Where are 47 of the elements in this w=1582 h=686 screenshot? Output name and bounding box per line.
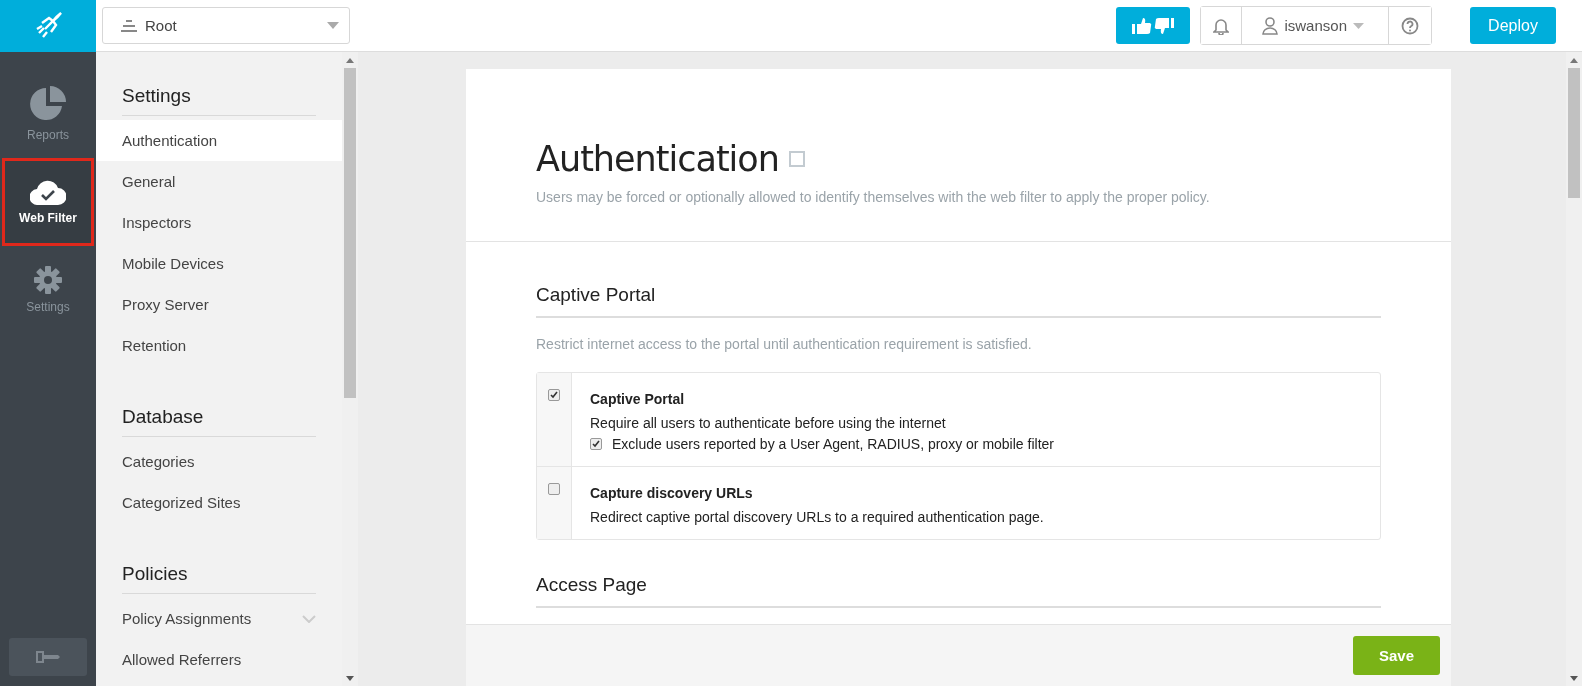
- nav-item[interactable]: General: [96, 161, 342, 202]
- option-title: Capture discovery URLs: [590, 485, 754, 501]
- nav-item[interactable]: Policy Assignments: [96, 598, 342, 639]
- nav-item[interactable]: Categories: [96, 441, 342, 482]
- bell-icon: [1213, 16, 1230, 35]
- nav-item[interactable]: Retention: [96, 325, 342, 366]
- nav-rail-item[interactable]: Web Filter: [2, 158, 94, 246]
- section-title: Access Page: [536, 574, 1381, 608]
- key-icon: [36, 651, 60, 663]
- option-description: Require all users to authenticate before using the internet: [590, 415, 947, 431]
- nav-item[interactable]: Authentication: [96, 120, 342, 161]
- gear-icon: [34, 266, 62, 294]
- checkbox[interactable]: [548, 389, 560, 401]
- scroll-up-icon[interactable]: [346, 57, 354, 63]
- thumbs-icon: [1132, 16, 1175, 35]
- nav-item[interactable]: Mobile Devices: [96, 243, 342, 284]
- section-heading: Database: [122, 406, 316, 437]
- cloud-check-icon: [30, 179, 66, 205]
- section-description: Restrict internet access to the portal until authentication requirement is satisfied.: [536, 336, 1033, 352]
- caret-icon: [1353, 22, 1364, 29]
- lines-icon: [121, 19, 137, 32]
- scrollbar-thumb[interactable]: [1568, 68, 1580, 198]
- user-icon: [1262, 16, 1279, 35]
- checkbox-label: Exclude users reported by a User Agent, RADIUS, proxy or mobile filter: [612, 436, 1054, 452]
- checkbox[interactable]: [548, 483, 560, 495]
- nav-item[interactable]: Proxy Server: [96, 284, 342, 325]
- page-title: Authentication: [536, 139, 779, 179]
- checkbox[interactable]: [590, 438, 602, 450]
- section-heading: Policies: [122, 563, 316, 594]
- scroll-down-icon[interactable]: [1570, 675, 1578, 681]
- page-description: Users may be forced or optionally allowed to identify themselves with the web filter to apply the proper policy.: [536, 189, 1211, 205]
- feedback-button[interactable]: [1116, 7, 1191, 44]
- scroll-down-icon[interactable]: [346, 675, 354, 681]
- key-button[interactable]: [9, 638, 87, 676]
- scrollbar-thumb[interactable]: [344, 68, 356, 398]
- nav-item[interactable]: Categorized Sites: [96, 482, 342, 523]
- section-heading: Settings: [122, 85, 316, 116]
- pie-chart-icon: [30, 86, 66, 122]
- help-button[interactable]: [1388, 7, 1431, 44]
- section-title: Captive Portal: [536, 284, 1381, 318]
- scope-dropdown[interactable]: Root: [102, 7, 350, 44]
- option-description: Redirect captive portal discovery URLs to a required authentication page.: [590, 509, 1044, 525]
- nav-item[interactable]: Inspectors: [96, 202, 342, 243]
- option-title: Captive Portal: [590, 391, 686, 407]
- caret-icon: [327, 22, 339, 29]
- nav-item[interactable]: Allowed Referrers: [96, 639, 342, 680]
- scroll-up-icon[interactable]: [1570, 57, 1578, 63]
